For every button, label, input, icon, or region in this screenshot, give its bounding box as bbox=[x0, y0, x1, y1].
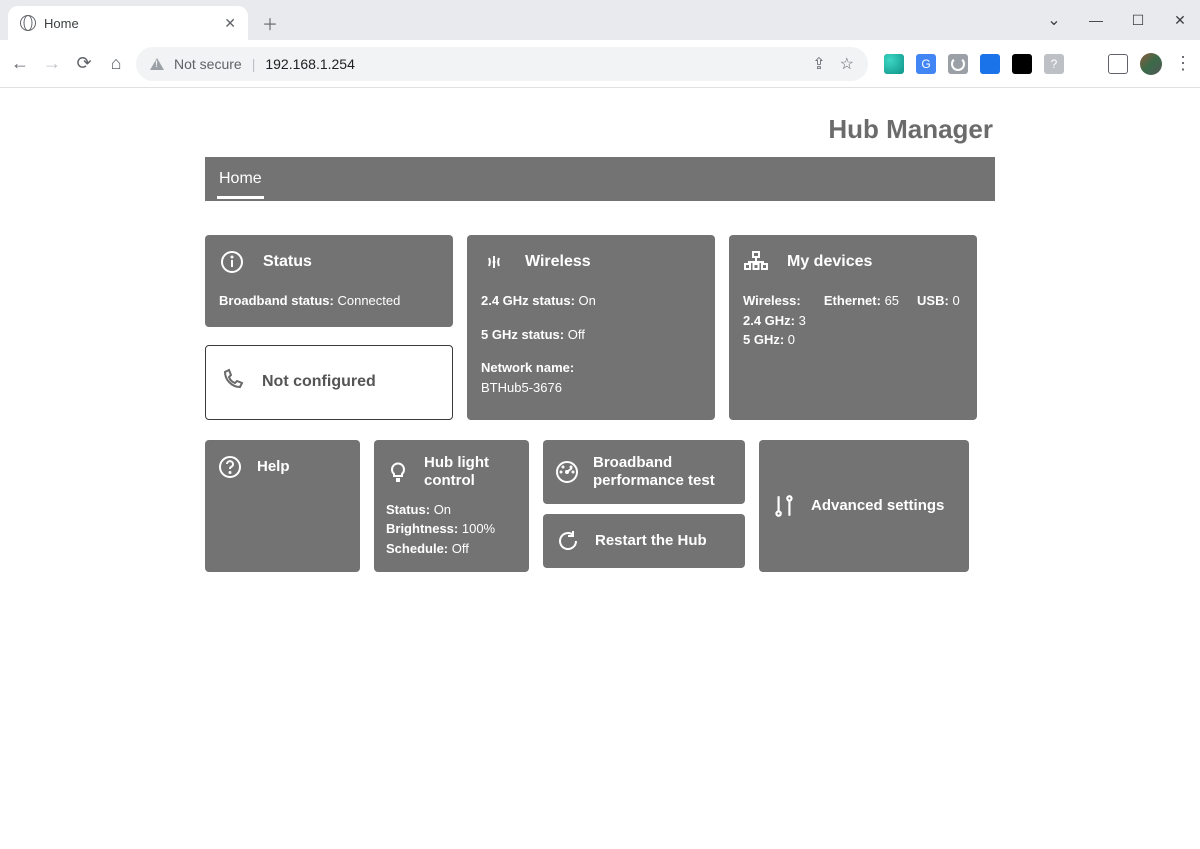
chrome-menu-button[interactable]: ⋮ bbox=[1174, 53, 1190, 74]
browser-toolbar: ← → ⟳ ⌂ Not secure | 192.168.1.254 ⇪ ☆ G… bbox=[0, 40, 1200, 88]
gauge-icon bbox=[555, 459, 579, 485]
devices-5-count: 0 bbox=[788, 332, 795, 347]
tab-title: Home bbox=[44, 16, 79, 31]
wireless-24-status: On bbox=[579, 293, 596, 308]
tile-title: Restart the Hub bbox=[595, 532, 707, 550]
tile-advanced-settings[interactable]: Advanced settings bbox=[759, 440, 969, 573]
forward-button[interactable]: → bbox=[42, 53, 62, 74]
tile-help[interactable]: Help bbox=[205, 440, 360, 573]
address-bar[interactable]: Not secure | 192.168.1.254 ⇪ ☆ bbox=[136, 47, 868, 81]
hublight-schedule: Off bbox=[452, 541, 469, 556]
sidepanel-button[interactable] bbox=[1108, 54, 1128, 74]
tile-title: Broadband performance test bbox=[593, 454, 733, 490]
tile-title: Hub light control bbox=[424, 454, 517, 490]
home-button[interactable]: ⌂ bbox=[106, 53, 126, 74]
card-wireless[interactable]: Wireless 2.4 GHz status: On 5 GHz status… bbox=[467, 235, 715, 420]
window-minimize-button[interactable]: — bbox=[1082, 12, 1110, 28]
extensions-button[interactable]: ✦ bbox=[1076, 54, 1096, 74]
card-title: My devices bbox=[787, 253, 872, 271]
phone-status: Not configured bbox=[262, 373, 376, 391]
hublight-brightness: 100% bbox=[462, 521, 495, 536]
tile-performance-test[interactable]: Broadband performance test bbox=[543, 440, 745, 504]
new-tab-button[interactable]: ＋ bbox=[256, 9, 284, 37]
extension-icon[interactable] bbox=[1012, 54, 1032, 74]
bookmark-icon[interactable]: ☆ bbox=[840, 54, 854, 74]
devices-usb-count: 0 bbox=[952, 293, 959, 308]
profile-avatar[interactable] bbox=[1140, 53, 1162, 75]
back-button[interactable]: ← bbox=[10, 53, 30, 74]
devices-icon bbox=[743, 249, 769, 275]
broadband-status-value: Connected bbox=[337, 293, 400, 308]
window-close-button[interactable]: ✕ bbox=[1166, 12, 1194, 29]
security-label: Not secure bbox=[174, 56, 242, 72]
extension-icon[interactable] bbox=[980, 54, 1000, 74]
warning-icon bbox=[150, 58, 164, 70]
tile-restart-hub[interactable]: Restart the Hub bbox=[543, 514, 745, 568]
devices-eth-count: 65 bbox=[885, 293, 899, 308]
tools-icon bbox=[771, 493, 797, 519]
devices-24-count: 3 bbox=[799, 313, 806, 328]
card-status[interactable]: Status Broadband status: Connected bbox=[205, 235, 453, 327]
tab-search-button[interactable]: ⌄ bbox=[1040, 10, 1068, 30]
wifi-icon bbox=[481, 249, 507, 275]
extension-icon[interactable]: G bbox=[916, 54, 936, 74]
reload-button[interactable]: ⟳ bbox=[74, 53, 94, 74]
card-title: Wireless bbox=[525, 253, 591, 271]
share-icon[interactable]: ⇪ bbox=[812, 54, 825, 74]
globe-icon bbox=[20, 15, 36, 31]
wireless-5-status: Off bbox=[568, 327, 585, 342]
tile-hub-light[interactable]: Hub light control Status: On Brightness:… bbox=[374, 440, 529, 573]
nav-tab-home[interactable]: Home bbox=[217, 160, 264, 199]
main-nav: Home bbox=[205, 157, 995, 201]
info-icon bbox=[219, 249, 245, 275]
page-content: Hub Manager Home Status Broadband status… bbox=[0, 88, 1200, 572]
tile-title: Advanced settings bbox=[811, 497, 944, 515]
extension-icon[interactable] bbox=[884, 54, 904, 74]
brand-title: Hub Manager bbox=[205, 114, 995, 145]
extension-icons: G ? ✦ ⋮ bbox=[884, 53, 1190, 75]
browser-tab[interactable]: Home ✕ bbox=[8, 6, 248, 40]
window-controls: ⌄ — ☐ ✕ bbox=[1040, 0, 1194, 40]
window-maximize-button[interactable]: ☐ bbox=[1124, 12, 1152, 29]
card-phone[interactable]: Not configured bbox=[205, 345, 453, 420]
tab-close-button[interactable]: ✕ bbox=[224, 15, 236, 32]
network-name-value: BTHub5-3676 bbox=[481, 380, 562, 395]
help-icon bbox=[217, 454, 243, 480]
card-title: Status bbox=[263, 253, 312, 271]
extension-icon[interactable]: ? bbox=[1044, 54, 1064, 74]
phone-icon bbox=[220, 368, 244, 397]
extension-icon[interactable] bbox=[948, 54, 968, 74]
nav-buttons: ← → ⟳ ⌂ bbox=[10, 53, 126, 74]
restart-icon bbox=[555, 528, 581, 554]
card-devices[interactable]: My devices Wireless: 2.4 GHz: 3 5 GHz: 0… bbox=[729, 235, 977, 420]
url-text: 192.168.1.254 bbox=[265, 56, 355, 72]
tile-title: Help bbox=[257, 458, 290, 476]
hublight-status: On bbox=[434, 502, 451, 517]
browser-tabstrip: Home ✕ ＋ ⌄ — ☐ ✕ bbox=[0, 0, 1200, 40]
bulb-icon bbox=[386, 459, 410, 485]
